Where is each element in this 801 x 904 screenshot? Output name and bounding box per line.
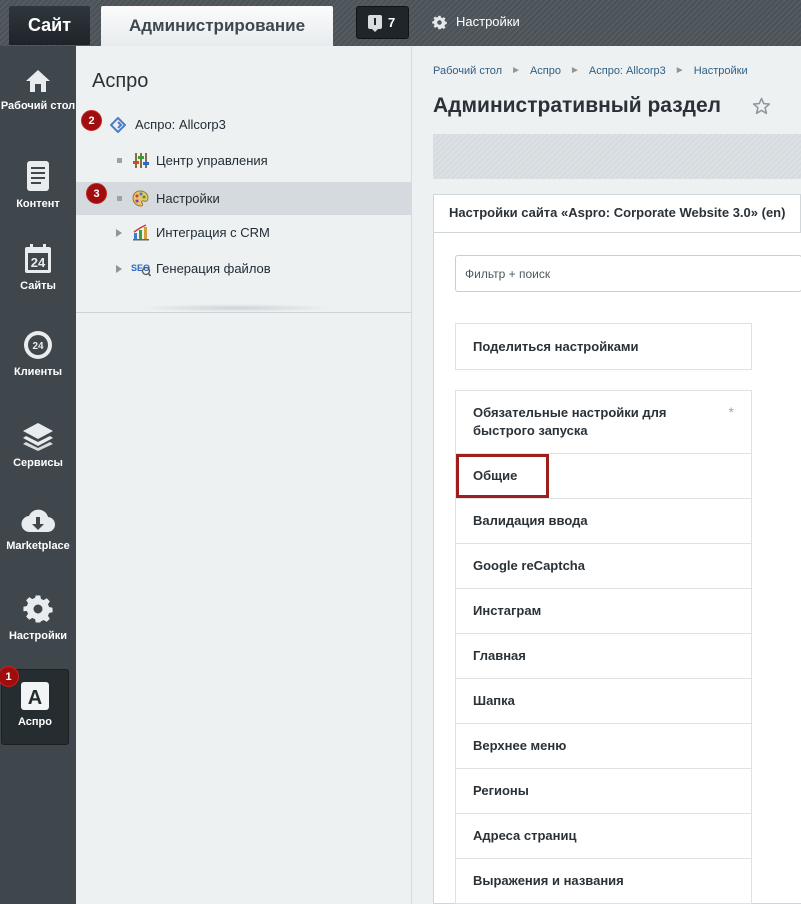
tree-divider <box>76 312 412 313</box>
tree-item-file-generation[interactable]: SEO Генерация файлов <box>76 252 412 285</box>
menu-item-label: Настройки <box>8 630 68 642</box>
home-icon <box>26 70 50 92</box>
layers-icon <box>23 423 53 451</box>
palette-icon <box>132 190 149 207</box>
section-page-addresses[interactable]: Адреса страниц <box>456 814 751 859</box>
breadcrumb-separator: ► <box>570 65 580 76</box>
tree-item-label: Интеграция с CRM <box>156 225 270 240</box>
tree-divider-shadow <box>136 304 336 312</box>
section-tree: Аспро Аспро: Allcorp3 Центр управления Н… <box>76 46 412 904</box>
menu-item-label: Сайты <box>20 280 56 292</box>
page-title: Административный раздел <box>433 94 722 117</box>
seo-icon: SEO <box>131 263 151 277</box>
cloud-24-icon: 24 <box>24 331 52 359</box>
aspro-a-icon: A <box>21 682 49 710</box>
notifications-count: 7 <box>388 15 396 30</box>
tree-item-label: Настройки <box>156 191 220 206</box>
breadcrumb-item-aspro[interactable]: Аспро <box>530 65 561 77</box>
tree-bullet <box>117 158 122 163</box>
menu-item-label: Контент <box>16 198 60 210</box>
breadcrumb-item-desktop[interactable]: Рабочий стол <box>433 65 502 77</box>
top-settings-label: Настройки <box>456 14 520 29</box>
left-menu: Рабочий стол Контент 24 Сайты 24 Клиенты <box>0 46 76 904</box>
breadcrumb: Рабочий стол ► Аспро ► Аспро: Allcorp3 ►… <box>433 65 748 77</box>
tree-item-label: Центр управления <box>156 153 268 168</box>
step-badge-2: 2 <box>81 110 102 131</box>
section-regions[interactable]: Регионы <box>456 769 751 814</box>
breadcrumb-separator: ► <box>511 65 521 76</box>
document-icon <box>27 161 49 191</box>
menu-item-label: Marketplace <box>6 540 70 552</box>
section-google-recaptcha[interactable]: Google reCaptcha <box>456 544 751 589</box>
tree-item-label: Генерация файлов <box>156 261 271 276</box>
highlight-frame <box>456 454 549 498</box>
settings-panel: Поделиться настройками Обязательные наст… <box>433 232 801 904</box>
menu-item-services[interactable]: Сервисы <box>0 421 76 469</box>
section-main-page[interactable]: Главная <box>456 634 751 679</box>
tree-bullet <box>117 196 122 201</box>
expand-arrow-icon[interactable] <box>116 229 122 237</box>
section-label: Обязательные настройки для быстрого запу… <box>473 405 667 438</box>
svg-text:24: 24 <box>31 255 46 270</box>
menu-item-desktop[interactable]: Рабочий стол <box>0 68 76 112</box>
step-badge-3: 3 <box>86 183 107 204</box>
menu-item-label: Аспро <box>18 716 52 728</box>
breadcrumb-item-allcorp3[interactable]: Аспро: Allcorp3 <box>589 65 666 77</box>
section-header[interactable]: Шапка <box>456 679 751 724</box>
filter-search-input[interactable] <box>455 255 801 292</box>
tree-item-settings[interactable]: Настройки <box>76 182 412 215</box>
notifications-button[interactable]: 7 <box>356 6 409 39</box>
top-settings-link[interactable]: Настройки <box>432 13 520 31</box>
breadcrumb-separator: ► <box>674 65 685 76</box>
favorite-star-icon[interactable] <box>752 97 771 116</box>
section-input-validation[interactable]: Валидация ввода <box>456 499 751 544</box>
tree-item-aspro-allcorp3[interactable]: Аспро: Allcorp3 <box>76 108 412 141</box>
section-general[interactable]: Общие <box>456 454 751 499</box>
tree-item-control-center[interactable]: Центр управления <box>76 144 412 177</box>
required-star-icon: * <box>728 404 734 420</box>
settings-section-list: Обязательные настройки для быстрого запу… <box>455 390 752 904</box>
share-settings-button[interactable]: Поделиться настройками <box>455 323 752 370</box>
notification-icon <box>368 15 382 32</box>
cloud-download-icon <box>21 509 55 533</box>
expand-arrow-icon[interactable] <box>116 265 122 273</box>
menu-item-settings[interactable]: Настройки <box>0 594 76 642</box>
gear-icon <box>23 595 53 623</box>
menu-item-sites[interactable]: 24 Сайты <box>0 244 76 292</box>
section-top-menu[interactable]: Верхнее меню <box>456 724 751 769</box>
menu-item-clients[interactable]: 24 Клиенты <box>0 330 76 378</box>
menu-item-label: Рабочий стол <box>0 100 76 112</box>
site-tab[interactable]: Сайт <box>9 6 90 45</box>
main-content: Рабочий стол ► Аспро ► Аспро: Allcorp3 ►… <box>413 46 801 904</box>
breadcrumb-item-settings[interactable]: Настройки <box>694 65 748 77</box>
chart-icon <box>133 224 149 241</box>
menu-item-label: Клиенты <box>13 366 62 378</box>
aspro-diamond-icon <box>110 117 126 133</box>
tree-item-label: Аспро: Allcorp3 <box>135 117 226 132</box>
admin-tab[interactable]: Администрирование <box>101 6 333 46</box>
context-toolbar <box>433 134 801 179</box>
section-expressions-names[interactable]: Выражения и названия <box>456 859 751 904</box>
top-bar: Сайт Администрирование 7 Настройки <box>0 0 801 46</box>
menu-item-marketplace[interactable]: Marketplace <box>0 508 76 552</box>
calendar-24-icon: 24 <box>25 244 51 273</box>
control-sliders-icon <box>133 153 149 168</box>
gear-icon <box>432 15 447 29</box>
menu-item-label: Сервисы <box>13 457 63 469</box>
svg-text:24: 24 <box>32 341 44 352</box>
menu-item-content[interactable]: Контент <box>0 160 76 210</box>
tab-site-settings[interactable]: Настройки сайта «Aspro: Corporate Websit… <box>433 194 801 232</box>
svg-text:A: A <box>28 687 42 709</box>
section-required-quick-start[interactable]: Обязательные настройки для быстрого запу… <box>456 391 751 454</box>
tree-title: Аспро <box>92 70 149 92</box>
tree-item-crm-integration[interactable]: Интеграция с CRM <box>76 216 412 249</box>
section-instagram[interactable]: Инстаграм <box>456 589 751 634</box>
